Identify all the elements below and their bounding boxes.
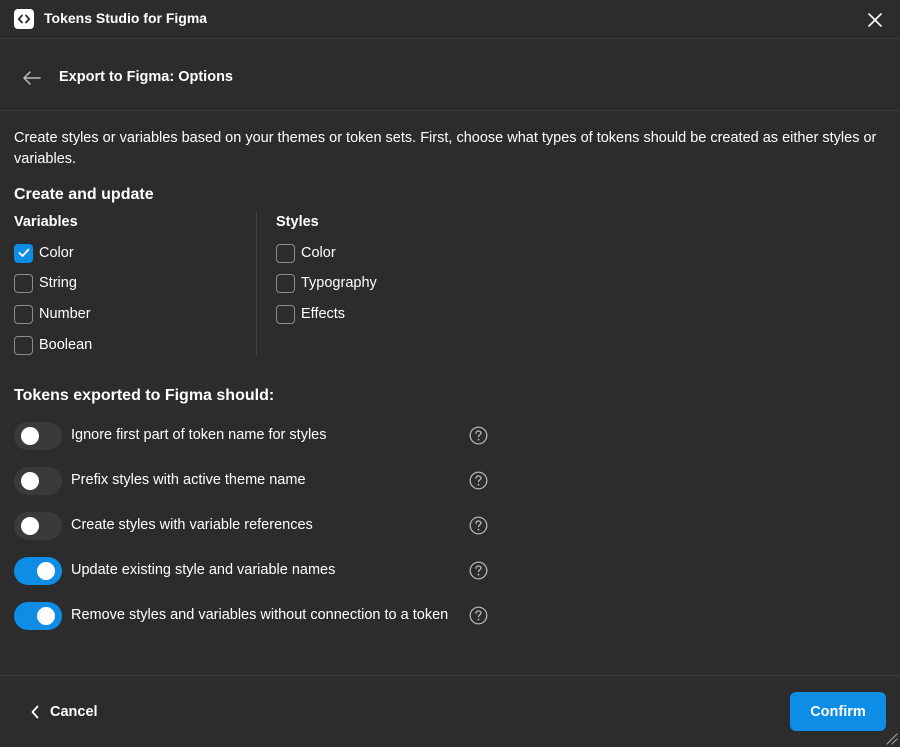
confirm-button[interactable]: Confirm [790,692,886,731]
checkmark-icon [18,248,29,257]
checkbox-label: Boolean [39,337,93,353]
checkbox-box[interactable] [14,304,33,324]
checkbox-label: Effects [301,306,346,322]
checkbox-box[interactable] [276,273,295,293]
export-options-title: Tokens exported to Figma should: [14,387,275,404]
variables-number-checkbox[interactable]: Number [14,304,91,324]
arrow-left-icon [23,71,41,85]
create-update-title: Create and update [14,186,154,203]
cancel-button[interactable]: Cancel [30,700,98,724]
checkbox-box[interactable] [14,335,33,355]
column-divider [256,212,257,355]
checkbox-label: String [39,275,77,291]
option-label: Remove styles and variables without conn… [71,607,449,623]
option-prefix-theme-name: Prefix styles with active theme name [14,467,494,495]
option-label: Prefix styles with active theme name [71,472,306,488]
checkbox-box[interactable] [276,304,295,324]
option-variable-references: Create styles with variable references [14,512,494,540]
toggle-switch[interactable] [14,467,62,495]
option-remove-unconnected: Remove styles and variables without conn… [14,602,494,630]
option-label: Update existing style and variable names [71,562,336,578]
variables-boolean-checkbox[interactable]: Boolean [14,335,92,355]
help-icon[interactable] [469,471,488,490]
toggle-switch[interactable] [14,557,62,585]
help-icon[interactable] [469,606,488,625]
title-bar: Tokens Studio for Figma [0,0,900,39]
page-header: Export to Figma: Options [0,45,900,111]
page-title: Export to Figma: Options [59,69,233,85]
variables-string-checkbox[interactable]: String [14,273,77,293]
code-brackets-icon [14,9,34,29]
option-update-existing-names: Update existing style and variable names [14,557,494,585]
checkbox-box[interactable] [14,243,33,263]
checkbox-label: Color [39,245,74,261]
chevron-left-icon [31,705,39,719]
option-label: Ignore first part of token name for styl… [71,427,327,443]
styles-typography-checkbox[interactable]: Typography [276,273,377,293]
variables-column-title: Variables [14,214,78,230]
toggle-switch[interactable] [14,602,62,630]
toggle-knob [37,607,55,625]
toggle-knob [21,427,39,445]
close-button[interactable] [864,9,886,31]
option-label: Create styles with variable references [71,517,313,533]
toggle-switch[interactable] [14,422,62,450]
option-ignore-first-part: Ignore first part of token name for styl… [14,422,494,450]
resize-grip-icon[interactable] [884,731,898,745]
checkbox-label: Color [301,245,336,261]
styles-color-checkbox[interactable]: Color [276,243,336,263]
styles-column-title: Styles [276,214,319,230]
styles-effects-checkbox[interactable]: Effects [276,304,345,324]
cancel-label: Cancel [50,704,98,720]
checkbox-label: Number [39,306,91,322]
checkbox-box[interactable] [14,273,33,293]
help-icon[interactable] [469,516,488,535]
app-title: Tokens Studio for Figma [44,10,208,26]
description-text: Create styles or variables based on your… [14,130,877,167]
help-icon[interactable] [469,426,488,445]
back-button[interactable] [20,67,44,89]
toggle-knob [37,562,55,580]
close-icon [868,13,882,27]
toggle-knob [21,517,39,535]
help-icon[interactable] [469,561,488,580]
variables-color-checkbox[interactable]: Color [14,243,74,263]
checkbox-label: Typography [301,275,377,291]
toggle-switch[interactable] [14,512,62,540]
footer: Cancel Confirm [0,675,900,747]
checkbox-box[interactable] [276,243,295,263]
toggle-knob [21,472,39,490]
